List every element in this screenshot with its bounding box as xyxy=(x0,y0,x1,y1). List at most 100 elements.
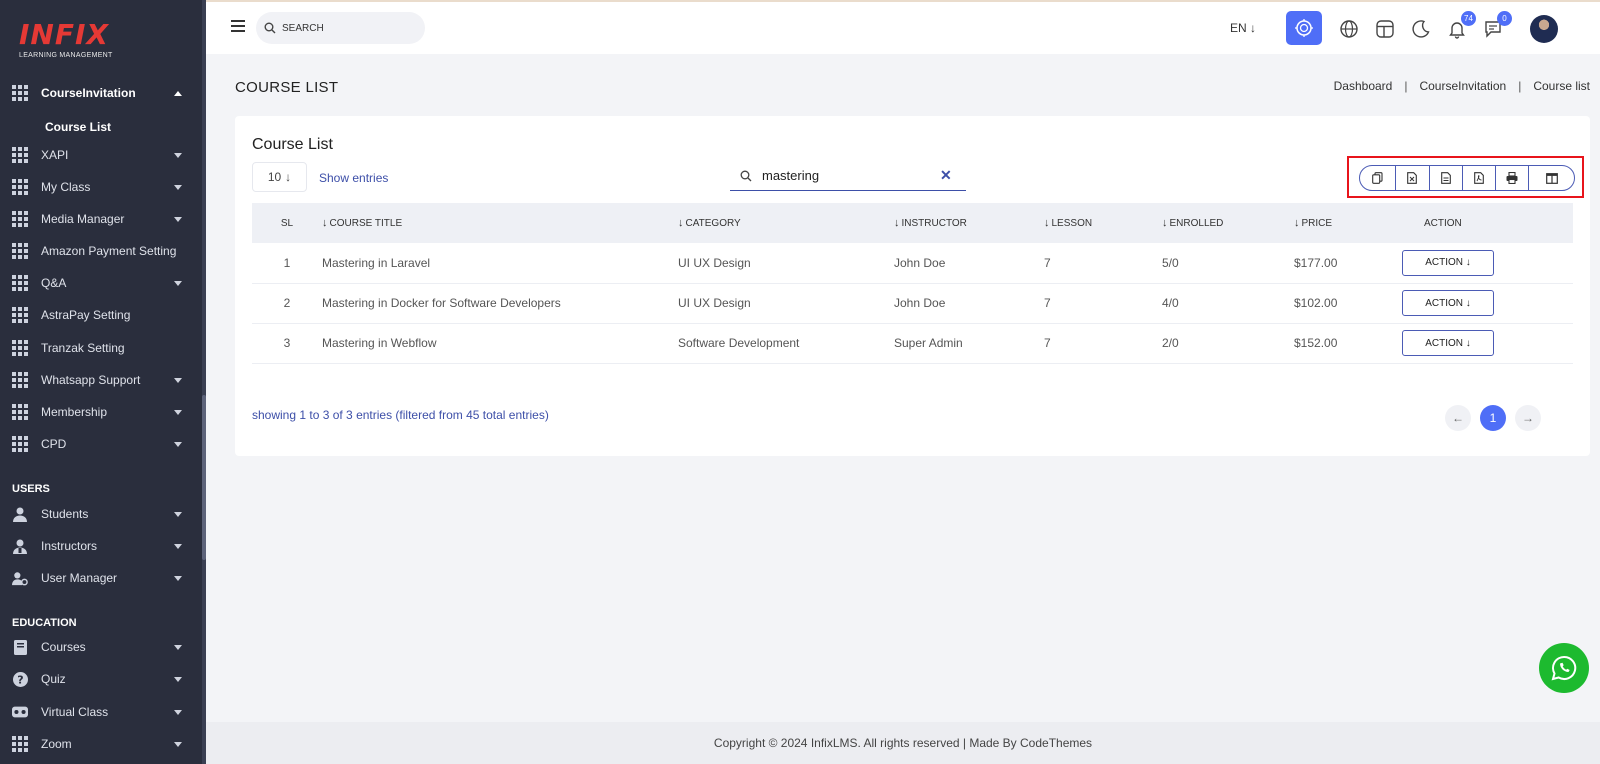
sidebar-item-label: Zoom xyxy=(41,737,72,751)
column-header-course-title[interactable]: ↓ COURSE TITLE xyxy=(322,203,678,243)
grid-icon xyxy=(12,147,28,163)
column-header-label: ACTION xyxy=(1424,217,1462,229)
sidebar-item-virtual-class[interactable]: Virtual Class xyxy=(0,698,202,726)
pagination-page-button[interactable]: 1 xyxy=(1480,405,1506,431)
global-search[interactable] xyxy=(256,12,425,44)
column-visibility-button[interactable] xyxy=(1529,166,1574,190)
sidebar-item-students[interactable]: Students xyxy=(0,500,202,528)
moon-icon[interactable] xyxy=(1410,18,1432,40)
arrow-left-icon: ← xyxy=(1452,411,1464,425)
caret-up-icon xyxy=(174,90,182,96)
cell-instructor: Super Admin xyxy=(894,336,963,350)
sidebar-item-membership[interactable]: Membership xyxy=(0,398,202,426)
grid-icon xyxy=(12,275,28,291)
sidebar-item-my-class[interactable]: My Class xyxy=(0,173,202,201)
caret-down-icon xyxy=(174,377,182,383)
table-row: 1 Mastering in Laravel UI UX Design John… xyxy=(252,243,1573,283)
column-header-category[interactable]: ↓ CATEGORY xyxy=(678,203,894,243)
top-header: EN ↓ 74 0 xyxy=(206,0,1600,54)
copy-icon xyxy=(1372,172,1383,184)
sort-arrow-icon: ↓ xyxy=(894,217,900,229)
print-button[interactable] xyxy=(1496,166,1529,190)
caret-down-icon xyxy=(174,280,182,286)
sidebar-item-astrapay[interactable]: AstraPay Setting xyxy=(0,301,202,329)
cell-sl: 1 xyxy=(283,255,291,270)
book-icon xyxy=(12,639,28,655)
table-search[interactable]: ✕ xyxy=(730,161,966,191)
copy-button[interactable] xyxy=(1360,166,1397,190)
globe-icon[interactable] xyxy=(1338,18,1360,40)
sidebar-item-tranzak[interactable]: Tranzak Setting xyxy=(0,334,202,362)
sidebar-item-label: Q&A xyxy=(41,276,67,290)
sidebar-subitem-course-list[interactable]: Course List xyxy=(45,120,111,134)
grid-icon xyxy=(12,85,28,101)
csv-export-button[interactable] xyxy=(1430,166,1463,190)
sidebar-item-instructors[interactable]: Instructors xyxy=(0,532,202,560)
message-icon[interactable]: 0 xyxy=(1482,11,1512,40)
language-selector[interactable]: EN ↓ xyxy=(1230,21,1256,35)
page-title: COURSE LIST xyxy=(235,79,339,96)
search-icon xyxy=(740,170,752,181)
grid-icon xyxy=(12,340,28,356)
breadcrumb-dashboard[interactable]: Dashboard xyxy=(1334,79,1393,93)
sidebar-item-courseinvitation[interactable]: CourseInvitation xyxy=(0,79,202,107)
sidebar-item-zoom[interactable]: Zoom xyxy=(0,730,202,758)
sidebar-item-xapi[interactable]: XAPI xyxy=(0,141,202,169)
sidebar-item-user-manager[interactable]: User Manager xyxy=(0,564,202,592)
sidebar-scrollbar[interactable] xyxy=(202,395,206,560)
pagination-next-button[interactable]: → xyxy=(1515,405,1541,431)
instructor-icon xyxy=(12,538,28,554)
row-action-button[interactable]: ACTION ↓ xyxy=(1402,249,1494,276)
sidebar-item-qa[interactable]: Q&A xyxy=(0,269,202,297)
pdf-export-button[interactable] xyxy=(1463,166,1496,190)
logo[interactable]: INFIX LEARNING MANAGEMENT xyxy=(19,18,113,60)
notification-bell-icon[interactable]: 74 xyxy=(1446,11,1476,40)
table-header-row: SL ↓ COURSE TITLE ↓ CATEGORY ↓ INSTRUCTOR ↓… xyxy=(252,203,1573,243)
cell-lesson: 7 xyxy=(1044,336,1051,350)
hamburger-menu-icon[interactable] xyxy=(231,20,245,32)
logo-word: INFIX xyxy=(19,18,109,51)
chip-settings-button[interactable] xyxy=(1286,11,1322,45)
column-header-sl[interactable]: SL xyxy=(252,203,322,243)
action-label: ACTION xyxy=(1425,257,1463,269)
grid-icon xyxy=(12,404,28,420)
sidebar-item-media-manager[interactable]: Media Manager xyxy=(0,205,202,233)
column-header-label: INSTRUCTOR xyxy=(901,218,967,229)
table-row: 3 Mastering in Webflow Software Developm… xyxy=(252,323,1573,363)
layout-icon[interactable] xyxy=(1374,18,1396,40)
row-action-button[interactable]: ACTION ↓ xyxy=(1402,330,1494,356)
question-icon: ? xyxy=(12,671,28,687)
sidebar-item-label: AstraPay Setting xyxy=(41,308,131,322)
sidebar-item-courses[interactable]: Courses xyxy=(0,633,202,661)
excel-export-button[interactable] xyxy=(1396,166,1430,190)
column-header-label: CATEGORY xyxy=(685,218,741,229)
column-header-enrolled[interactable]: ↓ ENROLLED xyxy=(1162,203,1294,243)
breadcrumb: Dashboard | CourseInvitation | Course li… xyxy=(1334,79,1590,93)
sidebar-item-whatsapp-support[interactable]: Whatsapp Support xyxy=(0,366,202,394)
pagination-previous-button[interactable]: ← xyxy=(1445,405,1471,431)
row-action-button[interactable]: ACTION ↓ xyxy=(1402,290,1494,316)
column-header-instructor[interactable]: ↓ INSTRUCTOR xyxy=(894,203,1044,243)
chip-icon xyxy=(1295,19,1313,37)
course-table: SL ↓ COURSE TITLE ↓ CATEGORY ↓ INSTRUCTOR ↓… xyxy=(252,203,1573,364)
clear-search-icon[interactable]: ✕ xyxy=(940,167,952,184)
column-header-lesson[interactable]: ↓ LESSON xyxy=(1044,203,1162,243)
arrow-down-icon: ↓ xyxy=(1465,337,1471,349)
vr-icon xyxy=(12,704,28,720)
whatsapp-chat-button[interactable] xyxy=(1539,643,1589,693)
entries-select[interactable]: 10 ↓ xyxy=(252,162,307,192)
cell-action: ACTION ↓ xyxy=(1402,323,1573,363)
search-input[interactable] xyxy=(282,22,412,34)
section-title-users: USERS xyxy=(12,483,50,495)
sidebar-item-quiz[interactable]: ? Quiz xyxy=(0,665,202,693)
column-header-price[interactable]: ↓ PRICE xyxy=(1294,203,1402,243)
sidebar-item-cpd[interactable]: CPD xyxy=(0,430,202,458)
column-header-label: PRICE xyxy=(1301,218,1333,229)
sidebar-item-amazon-payment[interactable]: Amazon Payment Setting xyxy=(0,237,202,265)
breadcrumb-courseinvitation[interactable]: CourseInvitation xyxy=(1419,79,1506,93)
avatar[interactable] xyxy=(1530,15,1558,43)
caret-down-icon xyxy=(174,709,182,715)
sidebar: INFIX LEARNING MANAGEMENT CourseInvitati… xyxy=(0,0,206,764)
cell-action: ACTION ↓ xyxy=(1402,243,1573,283)
table-search-input[interactable] xyxy=(762,168,932,183)
